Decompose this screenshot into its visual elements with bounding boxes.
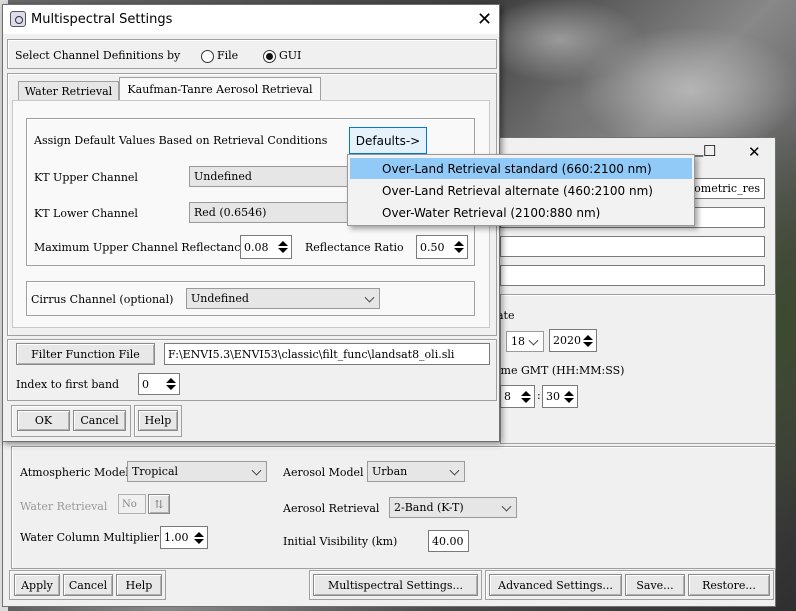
max-upper-reflectance-field[interactable]: 0.08: [240, 235, 292, 259]
water-column-field[interactable]: 1.00: [160, 526, 208, 549]
minute-spinner-icon[interactable]: [562, 386, 575, 407]
aerosol-retrieval-label: Aerosol Retrieval: [283, 502, 380, 515]
filter-function-file-button[interactable]: Filter Function File: [16, 343, 155, 365]
initial-visibility-label: Initial Visibility (km): [283, 535, 398, 548]
assign-defaults-label: Assign Default Values Based on Retrieval…: [34, 134, 328, 147]
defaults-button[interactable]: Defaults->: [349, 127, 427, 154]
menu-item-over-water[interactable]: Over-Water Retrieval (2100:880 nm): [350, 202, 692, 223]
time-label: ime GMT (HH:MM:SS): [497, 364, 625, 377]
year-field[interactable]: 2020: [549, 329, 597, 352]
reflectance-ratio-value: 0.50: [420, 240, 445, 254]
index-first-band-label: Index to first band: [16, 378, 120, 391]
minute-value: 30: [546, 390, 560, 403]
max-upper-reflectance-label: Maximum Upper Channel Reflectance: [34, 241, 247, 254]
advanced-settings-button[interactable]: Advanced Settings...: [489, 574, 622, 596]
aerosol-model-select[interactable]: Urban: [367, 461, 465, 482]
water-retrieval-value: No: [122, 498, 137, 510]
input-field-3[interactable]: [500, 236, 765, 257]
cirrus-channel-value: Undefined: [191, 292, 249, 305]
save-button[interactable]: Save...: [625, 574, 685, 596]
kt-upper-value: Undefined: [194, 170, 252, 183]
index-spinner-icon[interactable]: [164, 374, 177, 394]
reflectance-ratio-field[interactable]: 0.50: [416, 235, 468, 259]
tab-kaufman-tanre[interactable]: Kaufman-Tanre Aerosol Retrieval: [119, 77, 321, 101]
reflectance-ratio-label: Reflectance Ratio: [305, 241, 404, 254]
close-icon[interactable]: ✕: [477, 11, 492, 29]
cirrus-channel-label: Cirrus Channel (optional): [31, 293, 174, 306]
hour-value: 8: [504, 390, 511, 403]
apply-button[interactable]: Apply: [14, 574, 60, 596]
maximize-icon[interactable]: ☐: [703, 142, 716, 160]
initial-visibility-value: 40.00: [432, 534, 464, 548]
restore-button[interactable]: Restore...: [688, 574, 770, 596]
water-column-spinner-icon[interactable]: [192, 527, 205, 548]
aerosol-retrieval-value: 2-Band (K-T): [394, 501, 464, 514]
help-button[interactable]: Help: [138, 410, 178, 431]
water-retrieval-label: Water Retrieval: [20, 500, 108, 513]
water-column-label: Water Column Multiplier: [20, 531, 159, 544]
kt-lower-label: KT Lower Channel: [34, 207, 138, 220]
cancel-button[interactable]: Cancel: [63, 574, 113, 596]
atmospheric-model-value: Tropical: [132, 465, 179, 478]
title-bar: Multispectral Settings ✕: [3, 5, 499, 34]
reflectance-ratio-spinner-icon[interactable]: [452, 236, 465, 258]
kt-upper-label: KT Upper Channel: [34, 171, 138, 184]
time-separator: :: [537, 389, 541, 402]
select-channel-label: Select Channel Definitions by: [15, 49, 181, 62]
hour-field[interactable]: 8: [500, 385, 535, 408]
close-icon[interactable]: ✕: [748, 143, 761, 161]
chevron-down-icon: [501, 501, 512, 512]
initial-visibility-field[interactable]: 40.00: [428, 530, 469, 552]
chevron-down-icon: [364, 292, 375, 303]
kt-lower-select[interactable]: Red (0.6546): [189, 202, 351, 223]
file-radio[interactable]: [201, 50, 214, 63]
index-first-band-value: 0: [142, 377, 149, 391]
input-field-4[interactable]: [500, 265, 765, 286]
minute-field[interactable]: 30: [542, 385, 578, 408]
atmospheric-model-select[interactable]: Tropical: [127, 461, 267, 482]
gui-radio[interactable]: [263, 50, 276, 63]
gui-radio-label: GUI: [279, 49, 302, 62]
filter-function-path-field[interactable]: F:\ENVI5.3\ENVI53\classic\filt_func\land…: [164, 343, 490, 365]
max-upper-spinner-icon[interactable]: [276, 236, 289, 258]
output-filename-text: ometric_res: [694, 182, 760, 195]
chevron-down-icon: [449, 465, 460, 476]
aerosol-retrieval-select[interactable]: 2-Band (K-T): [389, 497, 517, 518]
hour-spinner-icon[interactable]: [519, 386, 532, 407]
menu-item-over-land-standard[interactable]: Over-Land Retrieval standard (660:2100 n…: [350, 158, 692, 179]
defaults-dropdown-menu: Over-Land Retrieval standard (660:2100 n…: [347, 154, 695, 226]
water-retrieval-field: No: [118, 494, 146, 514]
file-radio-label: File: [217, 49, 239, 62]
kt-lower-value: Red (0.6546): [194, 206, 267, 219]
aerosol-model-label: Aerosol Model: [283, 466, 364, 479]
tab-water-retrieval[interactable]: Water Retrieval: [18, 81, 119, 101]
atmospheric-model-label: Atmospheric Model: [20, 466, 129, 479]
updown-arrows-icon: ⇅: [148, 494, 170, 514]
cirrus-channel-select[interactable]: Undefined: [186, 288, 380, 309]
multispectral-settings-button[interactable]: Multispectral Settings...: [313, 574, 478, 596]
year-value: 2020: [553, 334, 581, 347]
max-upper-reflectance-value: 0.08: [244, 240, 269, 254]
year-spinner-icon[interactable]: [581, 330, 594, 351]
index-first-band-field[interactable]: 0: [138, 373, 180, 395]
help-button[interactable]: Help: [116, 574, 162, 596]
day-select[interactable]: 18: [506, 331, 544, 352]
chevron-down-icon: [528, 335, 539, 346]
filter-function-path: F:\ENVI5.3\ENVI53\classic\filt_func\land…: [168, 347, 455, 361]
aerosol-model-value: Urban: [372, 465, 408, 478]
app-icon: [10, 11, 26, 27]
menu-item-over-land-alternate[interactable]: Over-Land Retrieval alternate (460:2100 …: [350, 180, 692, 201]
chevron-down-icon: [251, 465, 262, 476]
ok-button[interactable]: OK: [17, 410, 70, 431]
water-column-value: 1.00: [164, 531, 189, 544]
window-title: Multispectral Settings: [31, 12, 173, 27]
day-value: 18: [511, 335, 525, 348]
cancel-button[interactable]: Cancel: [73, 410, 126, 431]
kt-upper-select[interactable]: Undefined: [189, 166, 351, 187]
